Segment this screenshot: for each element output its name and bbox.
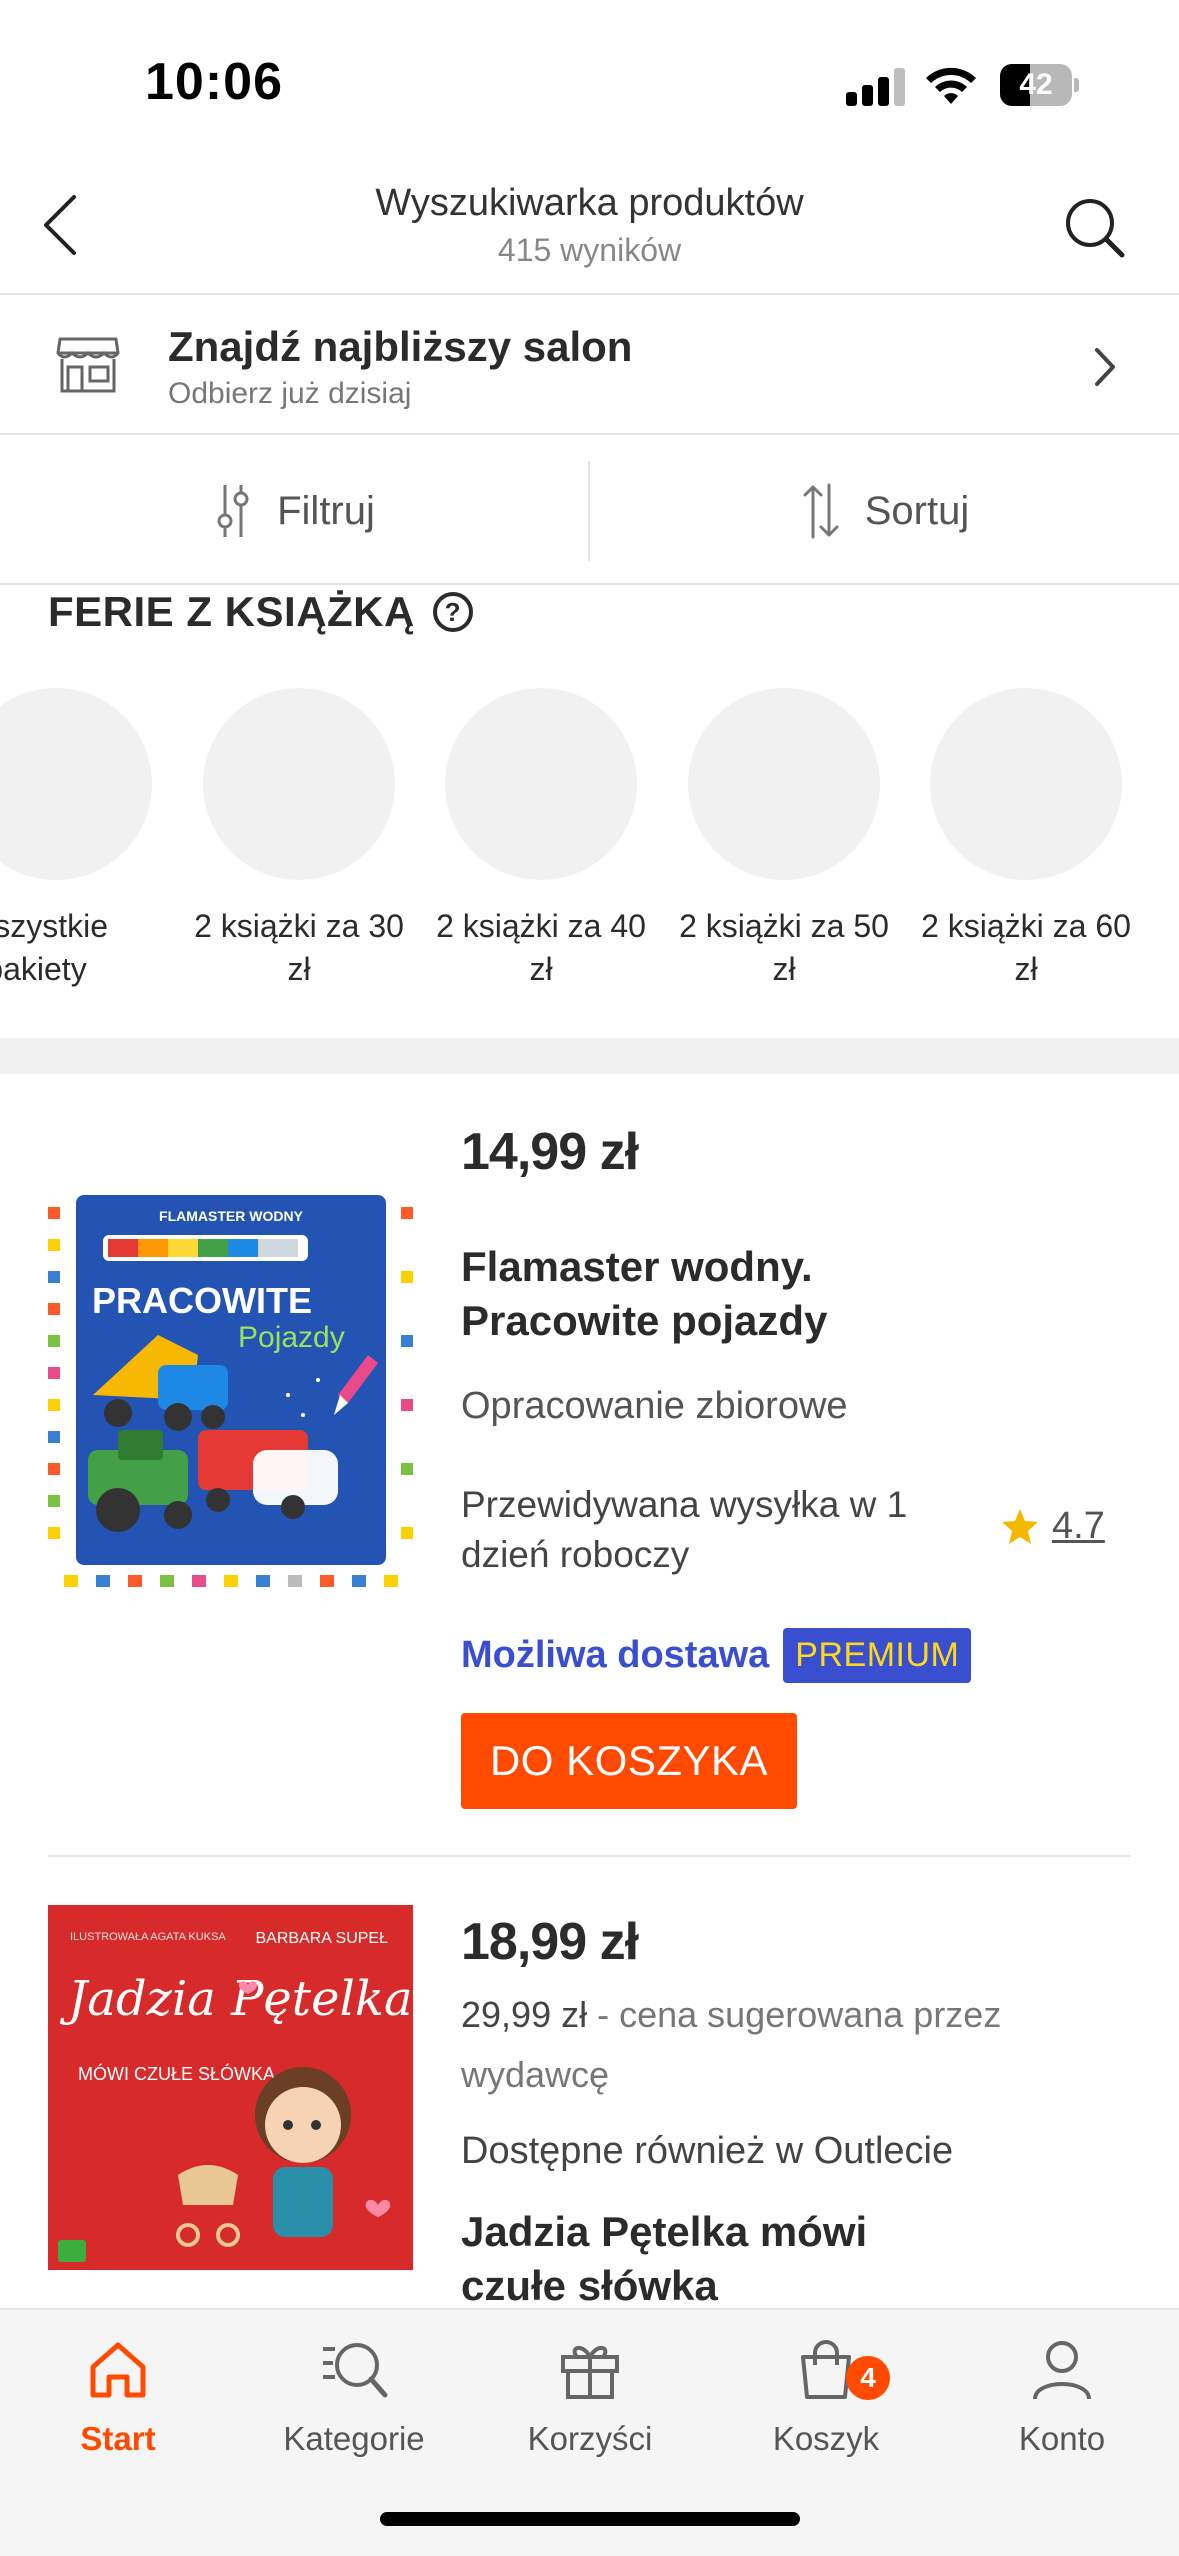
promo-section-title: FERIE Z KSIĄŻKĄ ? [48, 588, 473, 636]
tab-start[interactable]: Start [0, 2330, 236, 2470]
old-price-value: 29,99 zł [461, 1994, 588, 2035]
product-name[interactable]: Jadzia Pętelka mówi czułe słówka [461, 2205, 981, 2313]
tab-label: Start [80, 2420, 156, 2457]
user-icon [1033, 2341, 1091, 2400]
section-separator [0, 1038, 1179, 1074]
wifi-icon [926, 67, 976, 104]
cover-top-label: FLAMASTER WODNY [159, 1208, 304, 1224]
promo-label[interactable]: 2 książki za 50 zł [664, 905, 904, 991]
gift-icon [561, 2346, 619, 2399]
cover-subtitle: MÓWI CZUŁE SŁÓWKA [78, 2063, 275, 2084]
premium-badge: PREMIUM [783, 1628, 972, 1683]
status-time: 10:06 [145, 53, 283, 111]
shipping-info: Przewidywana wysyłka w 1 dzień roboczy [461, 1484, 908, 1575]
promo-circle[interactable] [688, 688, 880, 880]
store-subtitle: Odbierz już dzisiaj [168, 377, 412, 410]
promo-label[interactable]: 2 książki za 30 zł [179, 905, 419, 991]
cover-illustrator: ILUSTROWAŁA AGATA KUKSA [70, 1931, 226, 1943]
tab-label: Koszyk [772, 2420, 880, 2457]
nearest-store-banner[interactable]: Znajdź najbliższy salon Odbierz już dzis… [0, 297, 1179, 435]
cover-subtitle: Pojazdy [238, 1321, 345, 1354]
search-button[interactable] [1050, 188, 1140, 268]
product-price: 14,99 zł [461, 1123, 639, 1181]
product-rating[interactable]: 4.7 [1000, 1505, 1105, 1548]
tab-korzysci[interactable]: Korzyści [472, 2330, 708, 2470]
cart-count-badge: 4 [846, 2356, 890, 2400]
promo-label[interactable]: Wszystkie pakiety [0, 905, 156, 991]
promo-circle[interactable] [203, 688, 395, 880]
status-bar: 10:06 42 [0, 0, 1179, 160]
promo-circle[interactable] [445, 688, 637, 880]
categories-search-icon [323, 2343, 388, 2398]
chevron-right-icon [1095, 348, 1115, 386]
rating-value: 4.7 [1052, 1505, 1105, 1547]
filter-button[interactable]: Filtruj [0, 437, 588, 585]
search-icon [1066, 199, 1125, 258]
product-price: 18,99 zł [461, 1913, 639, 1971]
home-icon [90, 2342, 146, 2398]
product-author[interactable]: Opracowanie zbiorowe [461, 1385, 848, 1428]
delivery-info: Możliwa dostawa PREMIUM [461, 1628, 972, 1683]
promo-circle[interactable] [0, 688, 152, 880]
sort-button[interactable]: Sortuj [591, 437, 1179, 585]
home-indicator [380, 2512, 800, 2526]
page-title: Wyszukiwarka produktów [375, 182, 804, 224]
cover-author: BARBARA SUPEŁ [256, 1930, 389, 1947]
sort-label: Sortuj [864, 488, 970, 533]
store-icon [56, 337, 120, 393]
filter-sort-bar: Filtruj Sortuj [0, 437, 1179, 585]
tab-label: Konto [1018, 2420, 1106, 2457]
filter-label: Filtruj [277, 488, 375, 533]
product-name[interactable]: Flamaster wodny. Pracowite pojazdy [461, 1240, 981, 1348]
tab-label: Kategorie [283, 2420, 425, 2457]
signal-icon [846, 68, 906, 106]
add-to-cart-button[interactable]: DO KOSZYKA [461, 1713, 797, 1809]
suggested-price: 29,99 zł - cena sugerowana przez wydawcę [461, 1985, 1061, 2105]
tab-konto[interactable]: Konto [944, 2330, 1179, 2470]
product-divider [48, 1855, 1131, 1857]
delivery-label: Możliwa dostawa [461, 1634, 770, 1676]
cover-title: Jadzia Pętelka [59, 1971, 413, 2027]
tab-koszyk[interactable]: 4 Koszyk [708, 2330, 944, 2470]
help-icon[interactable]: ? [432, 592, 473, 632]
results-count: 415 wyników [497, 232, 682, 268]
filter-sliders-icon [217, 485, 249, 537]
star-icon [1002, 1508, 1038, 1544]
store-title: Znajdź najbliższy salon [168, 323, 633, 370]
outlet-info: Dostępne również w Outlecie [461, 2130, 954, 2172]
cover-title: PRACOWITE [92, 1280, 312, 1321]
toolbar-divider [588, 461, 590, 561]
promo-label[interactable]: 2 książki za 40 zł [421, 905, 661, 991]
battery-icon: 42 [1000, 64, 1079, 106]
promo-title-text: FERIE Z KSIĄŻKĄ [48, 588, 415, 635]
tab-kategorie[interactable]: Kategorie [236, 2330, 472, 2470]
product-cover-image[interactable]: FLAMASTER WODNY PRACOWITE Pojazdy [48, 1195, 413, 1595]
promo-label[interactable]: 2 książki za 60 zł [906, 905, 1146, 991]
tab-label: Korzyści [527, 2420, 653, 2457]
promo-circle[interactable] [930, 688, 1122, 880]
sort-arrows-icon [803, 483, 839, 539]
header: Wyszukiwarka produktów 415 wyników [0, 160, 1179, 295]
product-cover-image[interactable]: ILUSTROWAŁA AGATA KUKSA BARBARA SUPEŁ Ja… [48, 1905, 413, 2270]
